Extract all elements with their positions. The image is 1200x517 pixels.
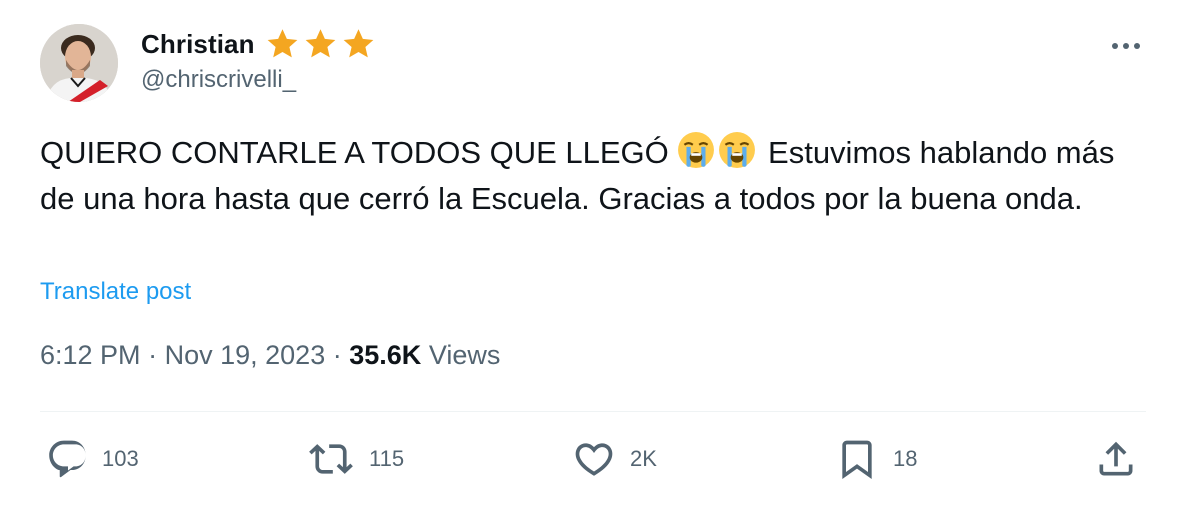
views-label: Views (428, 340, 501, 370)
post-text-part1: QUIERO CONTARLE A TODOS QUE LLEGÓ (40, 135, 669, 170)
star-icon (343, 29, 373, 58)
bookmark-icon (842, 440, 872, 480)
post-meta: 6:12 PM · Nov 19, 2023 · 35.6K Views (40, 340, 500, 371)
post-card: Christian @chriscrivelli_ QUIERO CONTARL… (0, 0, 1200, 517)
repost-icon (309, 444, 353, 474)
divider (40, 411, 1146, 412)
loudly-crying-face-icon (678, 132, 715, 168)
author-handle[interactable]: @chriscrivelli_ (141, 66, 296, 94)
reply-count: 103 (102, 446, 139, 471)
avatar[interactable] (40, 24, 118, 102)
more-options-button[interactable] (1102, 26, 1150, 66)
avatar-image (40, 24, 118, 102)
like-button[interactable]: 2K (572, 437, 657, 481)
bookmark-button[interactable]: 18 (835, 437, 917, 481)
post-date[interactable]: Nov 19, 2023 (165, 340, 326, 370)
like-count: 2K (630, 446, 657, 471)
translate-post-link[interactable]: Translate post (40, 278, 191, 306)
star-icon (305, 29, 335, 58)
repost-count: 115 (369, 446, 405, 471)
reply-button[interactable]: 103 (46, 437, 139, 481)
reply-icon (49, 440, 86, 478)
views-count: 35.6K (349, 340, 422, 370)
meta-separator: · (148, 340, 158, 370)
meta-separator: · (332, 340, 342, 370)
bookmark-count: 18 (893, 446, 918, 471)
share-icon (1099, 441, 1133, 476)
repost-button[interactable]: 115 (309, 437, 404, 481)
heart-icon (575, 443, 613, 476)
loudly-crying-face-icon (719, 132, 756, 168)
more-dots-icon (1112, 43, 1140, 49)
author-name-row: Christian (141, 26, 377, 62)
share-button[interactable] (1094, 437, 1138, 481)
author-display-name[interactable]: Christian (141, 29, 255, 60)
post-time[interactable]: 6:12 PM (40, 340, 141, 370)
star-icon (267, 29, 297, 58)
badge-stars (264, 26, 377, 62)
post-text: QUIERO CONTARLE A TODOS QUE LLEGÓ Estuvi… (40, 130, 1150, 222)
